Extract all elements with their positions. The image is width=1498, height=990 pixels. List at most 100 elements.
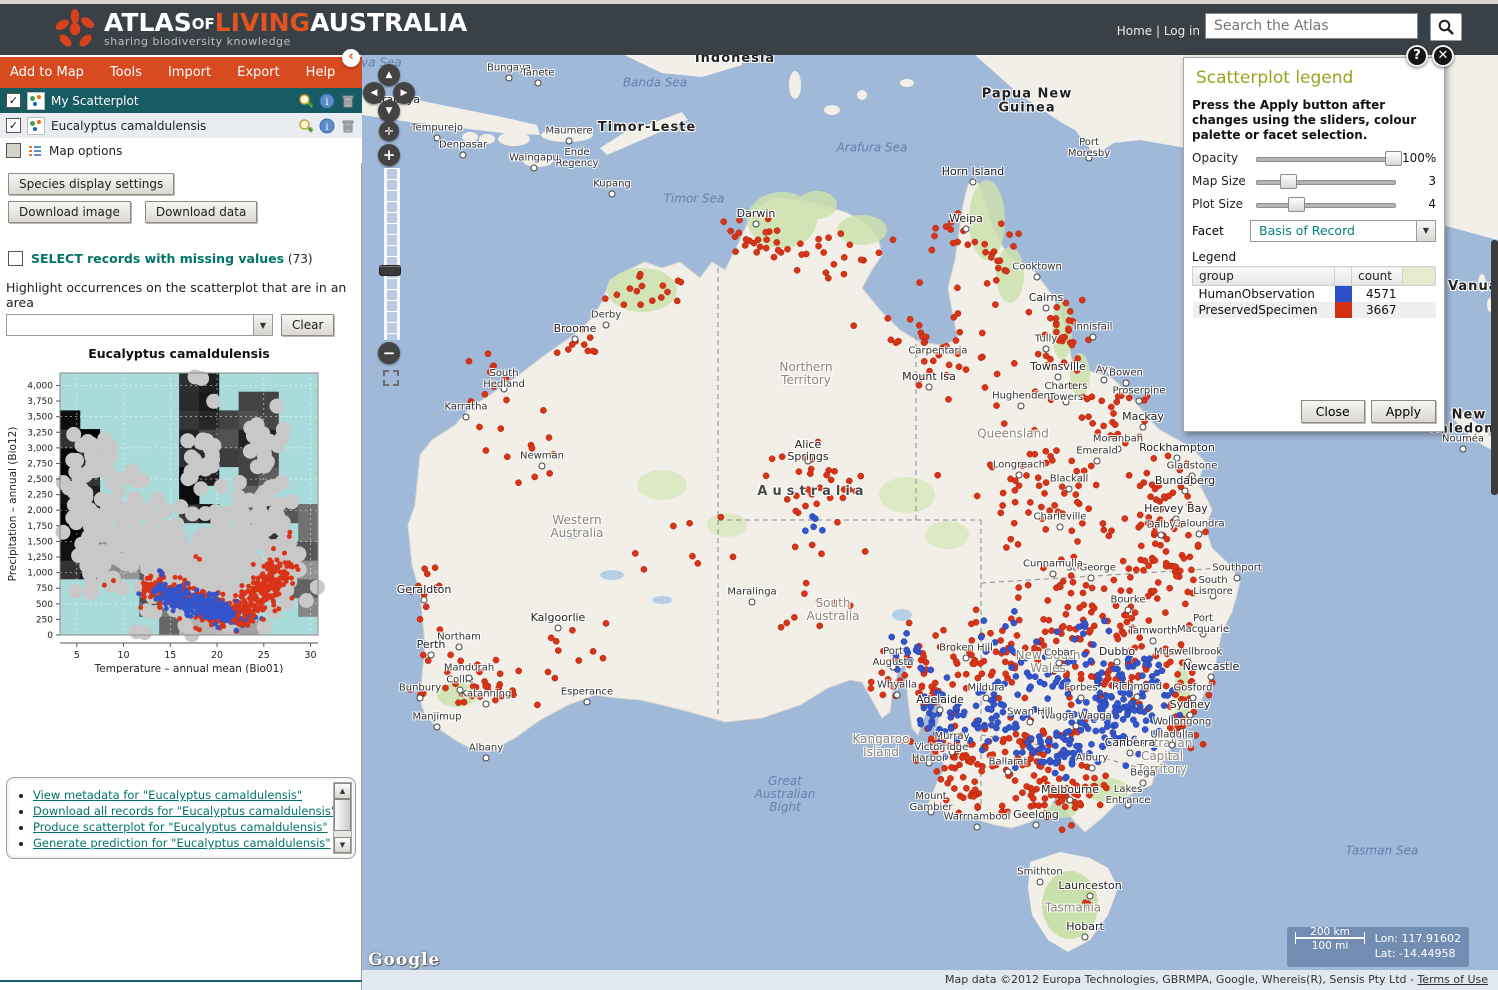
download-image-button[interactable]: Download image <box>8 201 131 223</box>
svg-text:250: 250 <box>36 615 53 625</box>
select-missing-label: SELECT records with missing values <box>31 251 284 266</box>
layer-label[interactable]: Map options <box>49 144 356 158</box>
layer-row-eucalyptus[interactable]: ✓ Eucalyptus camaldulensis i <box>0 113 362 138</box>
menu-tools[interactable]: Tools <box>110 65 142 80</box>
svg-text:2,750: 2,750 <box>27 459 53 469</box>
opacity-slider-track[interactable] <box>1256 157 1396 162</box>
layer-row-my-scatterplot[interactable]: ✓ My Scatterplot i <box>0 88 362 113</box>
pan-up-button[interactable]: ▲ <box>378 64 400 86</box>
svg-text:500: 500 <box>36 600 53 610</box>
close-button[interactable]: Close <box>1301 400 1365 423</box>
scroll-thumb[interactable] <box>334 799 351 831</box>
svg-text:Precipitation – annual (Bio12): Precipitation – annual (Bio12) <box>7 427 19 582</box>
plot-size-label: Plot Size <box>1192 197 1250 211</box>
species-layer-icon <box>27 117 45 135</box>
delete-layer-icon[interactable] <box>340 118 356 134</box>
scatterplot-canvas[interactable]: 02505007501,0001,2501,5001,7502,0002,250… <box>4 363 354 673</box>
map-coordinates-box: 200 km 100 mi Lon: 117.91602 Lat: -14.44… <box>1287 927 1469 967</box>
scroll-up-arrow[interactable]: ▲ <box>334 783 351 799</box>
chevron-down-icon[interactable]: ▼ <box>1416 221 1435 241</box>
apply-button[interactable]: Apply <box>1371 400 1436 423</box>
map-size-slider-row: Map Size 3 <box>1192 173 1436 189</box>
plot-size-slider-thumb[interactable] <box>1288 197 1305 212</box>
legend-corner-cell <box>1403 267 1436 286</box>
clear-area-button[interactable]: Clear <box>281 314 334 336</box>
layer-row-map-options[interactable]: Map options <box>0 138 362 163</box>
delete-layer-icon[interactable] <box>340 93 356 109</box>
layer-checkbox[interactable]: ✓ <box>6 93 21 108</box>
zoom-slider-track[interactable] <box>384 168 400 340</box>
pan-left-button[interactable]: ◀ <box>363 82 385 104</box>
scatterplot-legend-panel: Scatterplot legend Press the Apply butto… <box>1183 57 1445 432</box>
terms-of-use-link[interactable]: Terms of Use <box>1417 973 1488 986</box>
species-link[interactable]: Produce scatterplot for "Eucalyptus cama… <box>33 820 328 834</box>
zoom-slider-thumb[interactable] <box>379 265 401 276</box>
svg-text:3,000: 3,000 <box>27 444 53 454</box>
plot-size-slider-track[interactable] <box>1256 203 1396 208</box>
chevron-down-icon[interactable]: ▼ <box>253 315 272 335</box>
panel-close-button[interactable]: ✕ <box>1432 45 1454 67</box>
pan-down-button[interactable]: ▼ <box>378 100 400 122</box>
map-size-slider-track[interactable] <box>1256 180 1396 185</box>
svg-text:3,250: 3,250 <box>27 428 53 438</box>
menu-help[interactable]: Help <box>306 65 336 80</box>
map-size-slider-thumb[interactable] <box>1280 174 1297 189</box>
map-center-button[interactable]: ✛ <box>379 121 399 141</box>
pan-right-button[interactable]: ▶ <box>393 82 415 104</box>
legend-row-human-observation[interactable]: HumanObservation4571 <box>1193 286 1436 303</box>
search-input[interactable] <box>1205 13 1418 39</box>
svg-text:5: 5 <box>74 650 80 661</box>
collapse-sidebar-button[interactable]: ‹ <box>342 49 360 67</box>
species-link[interactable]: Generate prediction for "Eucalyptus cama… <box>33 836 331 850</box>
species-links-box: View metadata for "Eucalyptus camaldulen… <box>6 777 356 859</box>
panel-title: Scatterplot legend <box>1196 68 1444 88</box>
opacity-slider-thumb[interactable] <box>1385 151 1402 166</box>
svg-text:25: 25 <box>258 650 270 661</box>
facet-select[interactable]: Basis of Record▼ <box>1250 220 1436 242</box>
svg-text:30: 30 <box>304 650 316 661</box>
svg-text:2,500: 2,500 <box>27 475 53 485</box>
area-select[interactable]: ▼ <box>6 314 273 336</box>
zoom-out-button[interactable]: − <box>378 342 400 364</box>
ala-logo[interactable]: ATLASOFLIVINGAUSTRALIA sharing biodivers… <box>54 8 467 50</box>
svg-text:3,750: 3,750 <box>27 397 53 407</box>
species-link-item: View metadata for "Eucalyptus camaldulen… <box>33 788 355 802</box>
highlight-area-label: Highlight occurrences on the scatterplot… <box>6 280 361 310</box>
menu-add-to-map[interactable]: Add to Map <box>10 65 84 80</box>
layers-list: ✓ My Scatterplot i ✓ Eucalyptus camaldul… <box>0 88 362 163</box>
plot-size-value: 4 <box>1402 197 1436 211</box>
svg-text:750: 750 <box>36 584 53 594</box>
human-observation-swatch <box>1335 286 1352 303</box>
scroll-down-arrow[interactable]: ▼ <box>334 837 351 853</box>
svg-text:1,750: 1,750 <box>27 522 53 532</box>
map-right-scrollbar[interactable] <box>1491 240 1498 495</box>
svg-text:20: 20 <box>211 650 223 661</box>
download-data-button[interactable]: Download data <box>145 201 258 223</box>
menu-export[interactable]: Export <box>237 65 280 80</box>
search-button[interactable] <box>1430 13 1462 41</box>
links-scrollbar[interactable]: ▲ ▼ <box>333 782 352 854</box>
home-login-links[interactable]: Home | Log in <box>1117 24 1200 38</box>
group-column-header[interactable]: group <box>1193 267 1335 286</box>
select-missing-row: SELECT records with missing values (73) <box>8 251 361 266</box>
panel-help-button[interactable]: ? <box>1406 45 1428 67</box>
menu-import[interactable]: Import <box>168 65 211 80</box>
species-link[interactable]: View metadata for "Eucalyptus camaldulen… <box>33 788 302 802</box>
layer-label[interactable]: My Scatterplot <box>51 94 292 108</box>
legend-row-preserved-specimen[interactable]: PreservedSpecimen3667 <box>1193 302 1436 318</box>
species-display-settings-button[interactable]: Species display settings <box>8 173 174 195</box>
layer-info-icon[interactable]: i <box>319 93 335 109</box>
count-column-header[interactable]: count <box>1352 267 1403 286</box>
zoom-to-layer-icon[interactable] <box>298 93 314 109</box>
layer-info-icon[interactable]: i <box>319 118 335 134</box>
zoom-to-layer-icon[interactable] <box>298 118 314 134</box>
species-link[interactable]: Download all records for "Eucalyptus cam… <box>33 804 336 818</box>
svg-text:1,000: 1,000 <box>27 569 53 579</box>
zoom-in-button[interactable]: + <box>378 144 400 166</box>
google-logo[interactable]: Google <box>368 950 440 970</box>
select-missing-checkbox[interactable] <box>8 251 23 266</box>
layer-checkbox[interactable] <box>6 143 21 158</box>
layer-label[interactable]: Eucalyptus camaldulensis <box>51 119 292 133</box>
area-select-tool-icon[interactable] <box>383 370 399 386</box>
layer-checkbox[interactable]: ✓ <box>6 118 21 133</box>
